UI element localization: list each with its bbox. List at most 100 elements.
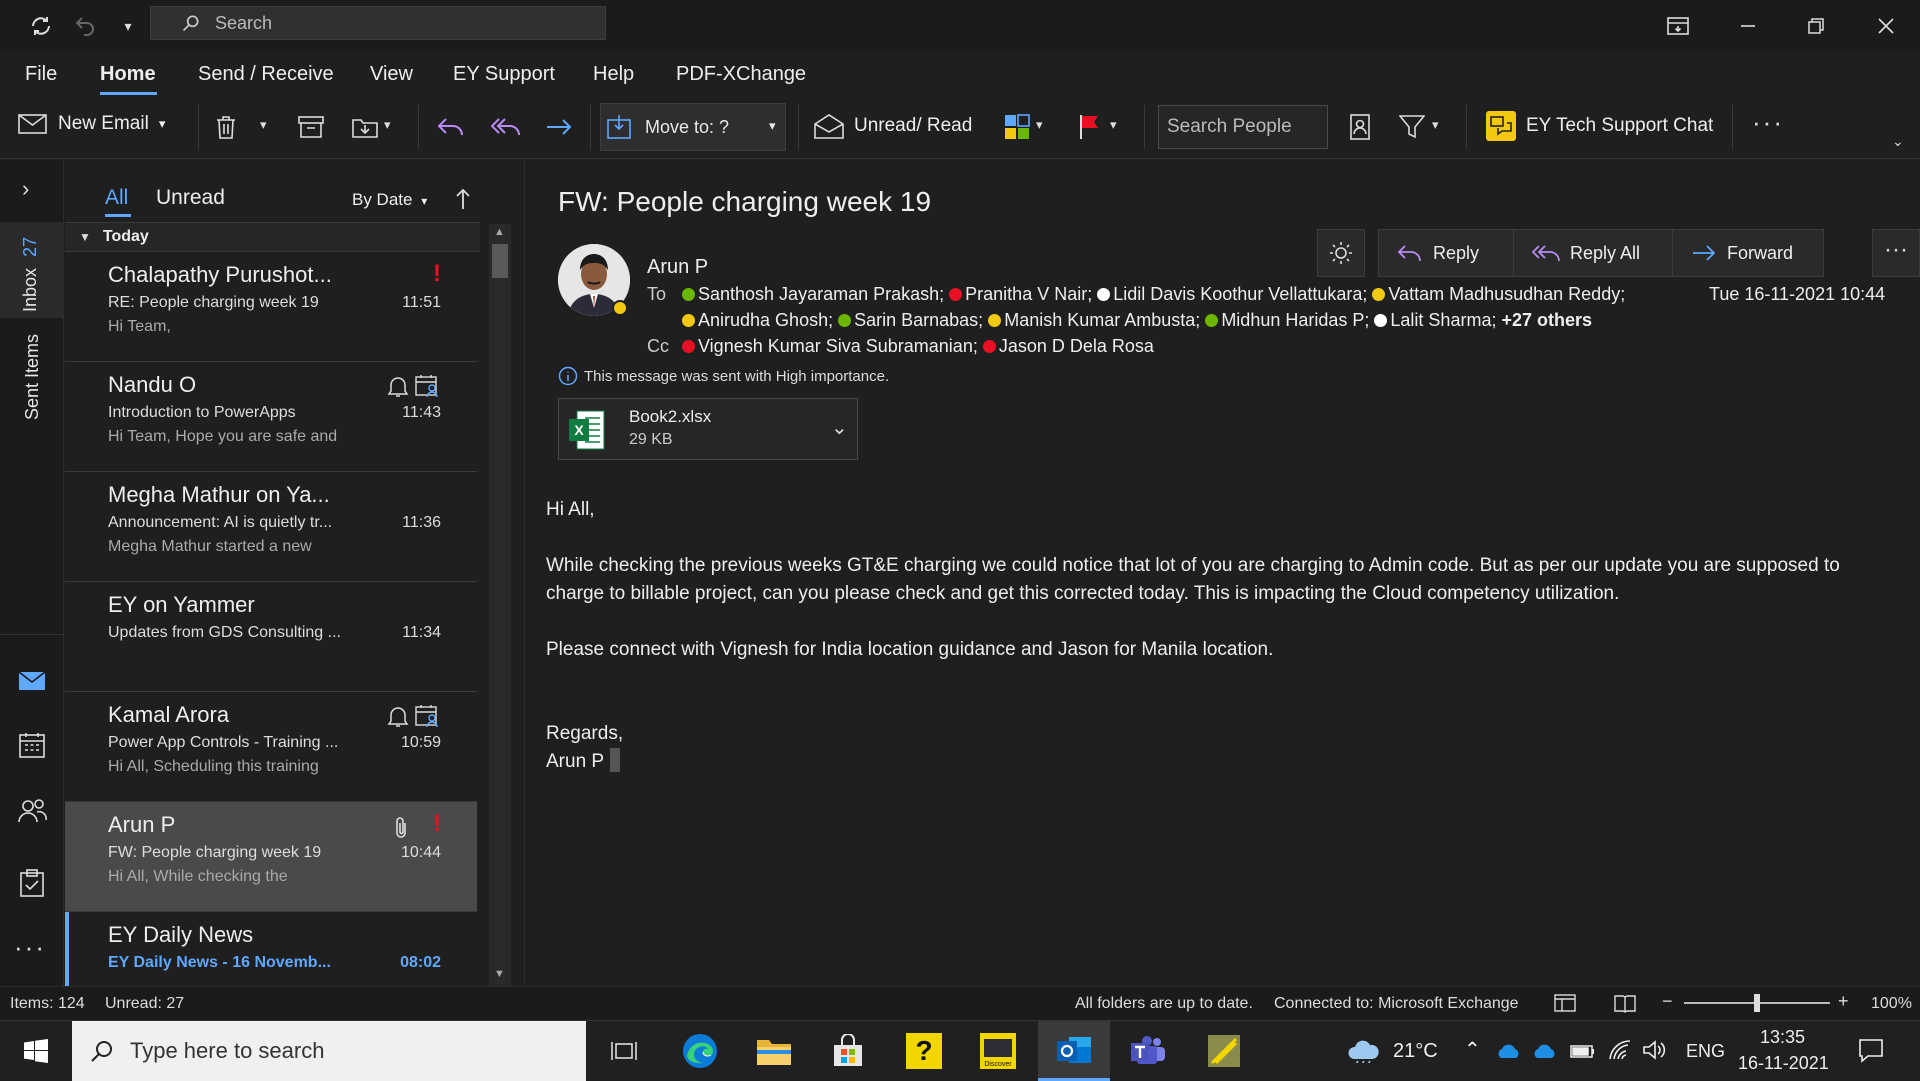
calendar-icon[interactable] xyxy=(18,730,46,760)
reply-all-button[interactable]: Reply All xyxy=(1513,229,1673,277)
windows-start-icon[interactable] xyxy=(0,1021,72,1081)
close-icon[interactable] xyxy=(1874,12,1898,40)
more-recipients-link[interactable]: +27 others xyxy=(1501,310,1592,330)
reply-button[interactable]: Reply xyxy=(1378,229,1514,277)
customize-toolbar-icon[interactable]: ▾ xyxy=(118,14,138,38)
taskbar-search-box[interactable]: Type here to search xyxy=(72,1021,586,1081)
task-view-icon[interactable] xyxy=(588,1021,660,1081)
move-to-quickstep[interactable]: Move to: ? ▾ xyxy=(600,103,786,151)
delete-icon[interactable] xyxy=(212,113,240,141)
scroll-down-icon[interactable]: ▼ xyxy=(494,968,505,980)
tasks-icon[interactable] xyxy=(18,868,46,898)
folder-sent-items[interactable]: Sent Items xyxy=(0,330,64,426)
filter-icon[interactable] xyxy=(1398,113,1426,141)
list-item[interactable]: Megha Mathur on Ya... Announcement: AI i… xyxy=(65,472,477,582)
menu-pdf-xchange[interactable]: PDF-XChange xyxy=(676,63,806,86)
more-actions-button[interactable]: ··· xyxy=(1872,229,1920,277)
zoom-out-icon[interactable]: − xyxy=(1662,991,1673,1012)
sync-icon[interactable] xyxy=(26,12,56,40)
microsoft-store-icon[interactable] xyxy=(812,1021,884,1081)
battery-icon[interactable] xyxy=(1570,1043,1596,1059)
chevron-down-icon[interactable]: ▾ xyxy=(769,118,776,134)
wifi-icon[interactable] xyxy=(1608,1039,1632,1061)
reading-view-icon[interactable] xyxy=(1614,993,1636,1013)
mail-icon[interactable] xyxy=(18,668,46,694)
sort-by-date-dropdown[interactable]: By Date ▾ xyxy=(352,190,427,210)
undo-icon[interactable] xyxy=(70,12,100,40)
move-folder-icon[interactable] xyxy=(350,113,380,141)
list-item-unread[interactable]: EY Daily News EY Daily News - 16 Novemb.… xyxy=(65,912,477,986)
chevron-down-icon[interactable]: ▾ xyxy=(1432,117,1439,133)
menu-send-receive[interactable]: Send / Receive xyxy=(198,63,334,86)
chevron-down-icon[interactable]: ▾ xyxy=(260,117,267,133)
help-app-icon[interactable]: ? xyxy=(888,1021,960,1081)
onedrive-icon[interactable] xyxy=(1496,1043,1522,1059)
reply-all-icon[interactable] xyxy=(490,113,522,141)
sticky-app-icon[interactable] xyxy=(1188,1021,1260,1081)
outlook-taskbar-icon[interactable] xyxy=(1038,1021,1110,1081)
clock-time[interactable]: 13:35 xyxy=(1760,1027,1805,1048)
onedrive-icon[interactable] xyxy=(1532,1043,1558,1059)
file-explorer-icon[interactable] xyxy=(738,1021,810,1081)
menu-ey-support[interactable]: EY Support xyxy=(453,63,555,86)
reply-icon[interactable] xyxy=(436,113,466,141)
message-list-scrollbar[interactable]: ▲ ▼ xyxy=(489,224,511,986)
language-indicator[interactable]: ENG xyxy=(1686,1041,1725,1062)
chevron-down-icon[interactable]: ▾ xyxy=(384,117,391,133)
sort-direction-icon[interactable] xyxy=(453,186,473,212)
list-item[interactable]: Kamal Arora Power App Controls - Trainin… xyxy=(65,692,477,802)
weather-temp[interactable]: 21°C xyxy=(1393,1040,1438,1063)
show-hidden-icons-icon[interactable]: ⌃ xyxy=(1464,1037,1481,1062)
cc-recipients[interactable]: Vignesh Kumar Siva Subramanian; Jason D … xyxy=(682,336,1154,357)
list-item-selected[interactable]: Arun P ! FW: People charging week 19 10:… xyxy=(65,802,477,912)
chevron-down-icon[interactable]: ▾ xyxy=(159,116,166,132)
chevron-down-icon[interactable]: ▾ xyxy=(1110,117,1117,133)
list-item[interactable]: Chalapathy Purushot... ! RE: People char… xyxy=(65,252,477,362)
search-people-input[interactable]: Search People xyxy=(1158,105,1328,149)
collapse-ribbon-icon[interactable]: ⌄ xyxy=(1892,133,1904,150)
unread-read-button[interactable]: Unread/ Read xyxy=(814,113,972,139)
chevron-down-icon[interactable]: ⌄ xyxy=(831,415,848,440)
restore-icon[interactable] xyxy=(1804,12,1828,40)
scroll-up-icon[interactable]: ▲ xyxy=(494,226,505,238)
notifications-icon[interactable] xyxy=(1858,1037,1884,1063)
expand-folder-pane-icon[interactable]: › xyxy=(22,176,29,202)
scrollbar-thumb[interactable] xyxy=(492,244,508,278)
to-recipients-line-1[interactable]: Santhosh Jayaraman Prakash; Pranitha V N… xyxy=(682,284,1625,305)
forward-icon[interactable] xyxy=(544,113,574,141)
tab-unread[interactable]: Unread xyxy=(156,186,225,210)
list-item[interactable]: EY on Yammer Updates from GDS Consulting… xyxy=(65,582,477,692)
more-options-icon[interactable]: ··· xyxy=(1752,107,1784,138)
menu-home[interactable]: Home xyxy=(100,63,156,86)
folder-inbox[interactable]: Inbox 27 xyxy=(0,222,64,318)
tab-all[interactable]: All xyxy=(105,186,128,210)
more-apps-icon[interactable]: ··· xyxy=(14,932,46,963)
minimize-icon[interactable] xyxy=(1736,12,1760,40)
normal-view-icon[interactable] xyxy=(1554,993,1576,1013)
zoom-slider-thumb[interactable] xyxy=(1754,994,1760,1012)
list-item[interactable]: Nandu O Introduction to PowerApps 11:43 … xyxy=(65,362,477,472)
people-icon[interactable] xyxy=(16,796,48,826)
clock-date[interactable]: 16-11-2021 xyxy=(1738,1053,1829,1074)
sender-name[interactable]: Arun P xyxy=(647,256,708,279)
ribbon-display-icon[interactable] xyxy=(1664,12,1692,40)
forward-button[interactable]: Forward xyxy=(1672,229,1824,277)
ey-discover-icon[interactable]: Discover xyxy=(962,1021,1034,1081)
volume-icon[interactable] xyxy=(1642,1039,1666,1061)
to-recipients-line-2[interactable]: Anirudha Ghosh; Sarin Barnabas; Manish K… xyxy=(682,310,1592,331)
address-book-icon[interactable] xyxy=(1346,113,1374,141)
categorize-icon[interactable] xyxy=(1002,113,1032,141)
zoom-slider[interactable] xyxy=(1684,994,1830,1012)
group-header-today[interactable]: ▼ Today xyxy=(65,222,480,252)
zoom-level[interactable]: 100% xyxy=(1871,995,1912,1013)
menu-view[interactable]: View xyxy=(370,63,413,86)
new-email-button[interactable]: New Email ▾ xyxy=(18,113,165,135)
chevron-down-icon[interactable]: ▾ xyxy=(1036,117,1043,133)
edge-browser-icon[interactable] xyxy=(664,1021,736,1081)
search-input[interactable]: Search xyxy=(150,6,606,40)
zoom-in-icon[interactable]: + xyxy=(1838,991,1849,1012)
flag-icon[interactable] xyxy=(1076,113,1104,141)
theme-toggle-button[interactable] xyxy=(1317,229,1365,277)
ey-tech-support-chat-button[interactable]: EY Tech Support Chat xyxy=(1486,111,1713,141)
attachment-card[interactable]: X Book2.xlsx 29 KB ⌄ xyxy=(558,398,858,460)
